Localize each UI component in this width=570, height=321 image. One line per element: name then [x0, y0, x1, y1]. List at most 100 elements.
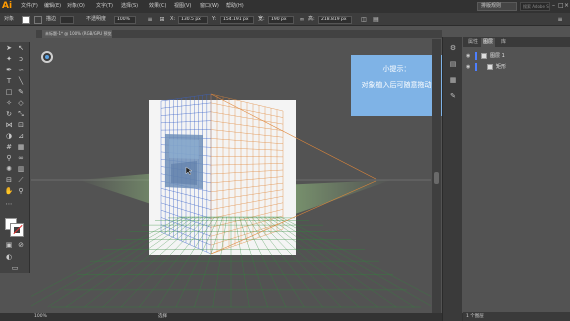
- arrange-icon[interactable]: ▤: [372, 16, 380, 24]
- tip-text: 对象植入后可随意拖动: [361, 81, 432, 89]
- vertical-scrollbar[interactable]: [432, 39, 441, 313]
- none-color-icon[interactable]: ⊘: [16, 241, 26, 250]
- hand-icon[interactable]: ✋: [4, 187, 14, 196]
- screen-mode-icon[interactable]: ▭: [10, 264, 20, 273]
- draw-mode-icon[interactable]: ◐: [4, 253, 14, 262]
- edit-toolbar-icon[interactable]: ⋯: [4, 200, 14, 209]
- status-mode[interactable]: 选择: [158, 313, 167, 321]
- panel-menu-icon[interactable]: ≡: [556, 16, 564, 24]
- ground-grid-ray: [84, 216, 198, 308]
- properties-icon[interactable]: ⚙: [448, 43, 458, 53]
- layers-panel: 属性 图层 库 ◉ 图层 1 ◉ 矩形 1 个图层: [463, 37, 570, 321]
- zoom-level[interactable]: 100%: [34, 313, 47, 321]
- free-transform-icon[interactable]: ⊡: [16, 121, 26, 130]
- document-tab[interactable]: 未标题-1* @ 100% (RGB/GPU 预览): [42, 30, 112, 38]
- slice-icon[interactable]: ⟋: [16, 176, 26, 185]
- swatches-icon[interactable]: ▦: [448, 75, 458, 85]
- isolate-icon[interactable]: ◫: [360, 16, 368, 24]
- color-mode-icon[interactable]: ▣: [4, 241, 14, 250]
- ground-grid-plane: [31, 216, 431, 308]
- layers-footer: 1 个图层: [463, 312, 570, 321]
- app-logo: Ai: [2, 1, 13, 11]
- perspective-grid-icon[interactable]: ⊿: [16, 132, 26, 141]
- menu-effect[interactable]: 效果(C): [149, 2, 166, 11]
- menu-window[interactable]: 窗口(W): [200, 2, 219, 11]
- stroke-color-box[interactable]: [10, 223, 24, 237]
- line-icon[interactable]: ╲: [16, 77, 26, 86]
- ground-grid-ray: [276, 216, 431, 307]
- menu-select[interactable]: 选择(S): [121, 2, 138, 11]
- type-icon[interactable]: T: [4, 77, 14, 86]
- right-grid-plane: [210, 93, 284, 255]
- graph-icon[interactable]: ▥: [16, 165, 26, 174]
- sublayer-thumbnail: [487, 64, 493, 70]
- close-icon[interactable]: ×: [564, 2, 569, 10]
- visibility-eye-icon[interactable]: ◉: [466, 53, 472, 59]
- opacity-field[interactable]: 100%: [114, 16, 136, 24]
- eyedropper-icon[interactable]: ⚲: [4, 154, 14, 163]
- align-icon[interactable]: ≡: [146, 16, 154, 24]
- blend-icon[interactable]: ∞: [16, 154, 26, 163]
- menu-help[interactable]: 帮助(H): [226, 2, 244, 11]
- menu-type[interactable]: 文字(T): [96, 2, 113, 11]
- link-icon[interactable]: ∞: [298, 16, 306, 24]
- menu-object[interactable]: 对象(O): [67, 2, 85, 11]
- stroke-label: 描边: [46, 16, 57, 22]
- tab-layers[interactable]: 图层: [481, 38, 496, 47]
- shape-builder-icon[interactable]: ◑: [4, 132, 14, 141]
- width-field[interactable]: 190 px: [268, 16, 294, 24]
- menu-edit[interactable]: 编辑(E): [44, 2, 61, 11]
- selection-icon[interactable]: ➤: [4, 44, 14, 53]
- layer-name[interactable]: 图层 1: [490, 51, 505, 61]
- menu-view[interactable]: 视图(V): [174, 2, 191, 11]
- zoom-icon[interactable]: ⚲: [16, 187, 26, 196]
- height-field[interactable]: 218.819 px: [318, 16, 352, 24]
- maximize-icon[interactable]: □: [558, 2, 564, 10]
- menu-file[interactable]: 文件(F): [21, 2, 38, 11]
- layer-row[interactable]: ◉ 图层 1: [463, 51, 570, 61]
- rectangle-icon[interactable]: □: [4, 88, 14, 97]
- fill-swatch[interactable]: [22, 16, 30, 24]
- workspace-select[interactable]: 排版规则: [477, 2, 517, 11]
- direct-selection-icon[interactable]: ↖: [16, 44, 26, 53]
- mesh-icon[interactable]: #: [4, 143, 14, 152]
- symbol-sprayer-icon[interactable]: ✺: [4, 165, 14, 174]
- x-field[interactable]: 130.5 px: [178, 16, 208, 24]
- curvature-icon[interactable]: ∽: [16, 66, 26, 75]
- stroke-weight-field[interactable]: [60, 16, 74, 24]
- ground-grid-ray: [264, 216, 378, 308]
- magic-wand-icon[interactable]: ✦: [4, 55, 14, 64]
- sublayer-row[interactable]: ◉ 矩形: [463, 62, 570, 72]
- libraries-icon[interactable]: ▤: [448, 59, 458, 69]
- shaper-icon[interactable]: ✧: [4, 99, 14, 108]
- minimize-icon[interactable]: –: [552, 2, 557, 10]
- vertical-scroll-thumb[interactable]: [434, 172, 439, 184]
- stroke-swatch[interactable]: [34, 16, 42, 24]
- gradient-icon[interactable]: ▦: [16, 143, 26, 152]
- opacity-label: 不透明度: [86, 16, 107, 22]
- artboard-icon[interactable]: ⊟: [4, 176, 14, 185]
- brushes-icon[interactable]: ✎: [448, 91, 458, 101]
- tab-properties[interactable]: 属性: [466, 38, 480, 47]
- lasso-icon[interactable]: ↄ: [16, 55, 26, 64]
- transform-icon[interactable]: ⊞: [158, 16, 166, 24]
- paintbrush-icon[interactable]: ✎: [16, 88, 26, 97]
- sublayer-name[interactable]: 矩形: [496, 62, 506, 72]
- visibility-eye-icon[interactable]: ◉: [466, 64, 472, 70]
- selection-type-label: 对象: [4, 16, 15, 22]
- ground-grid-ray: [120, 216, 207, 308]
- ground-grid-ray: [251, 216, 323, 308]
- stock-search-input[interactable]: 搜索 Adobe Stock: [520, 2, 550, 11]
- y-field[interactable]: 154.191 px: [220, 16, 254, 24]
- ground-grid-ray: [280, 216, 431, 297]
- eraser-icon[interactable]: ◇: [16, 99, 26, 108]
- scale-icon[interactable]: ⤡: [16, 110, 26, 119]
- control-bar: 对象 描边 不透明度 100% ≡ ⊞ X: 130.5 px Y: 154.1…: [0, 13, 570, 26]
- tip-title: 小提示：: [382, 65, 411, 73]
- ground-grid-ray: [31, 216, 182, 297]
- pen-icon[interactable]: ✒: [4, 66, 14, 75]
- width-icon[interactable]: ⋈: [4, 121, 14, 130]
- rotate-icon[interactable]: ↻: [4, 110, 14, 119]
- x-label: X:: [170, 16, 176, 22]
- tab-libraries[interactable]: 库: [499, 38, 508, 47]
